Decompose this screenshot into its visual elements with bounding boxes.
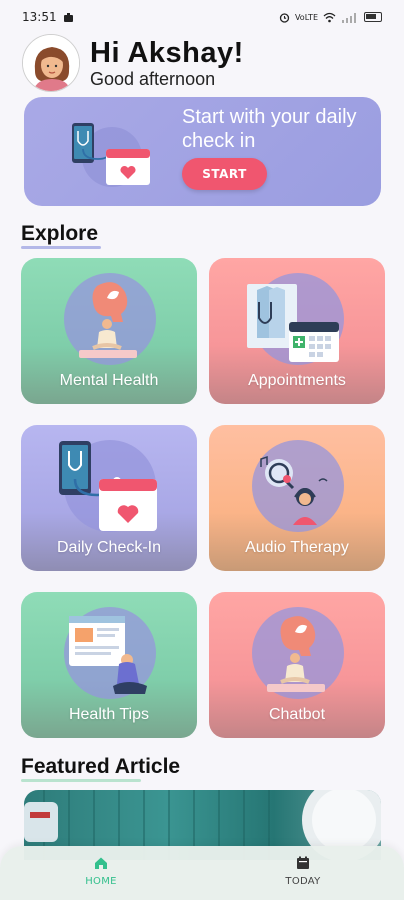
- bottom-nav: HOME TODAY: [0, 846, 404, 900]
- daily-checkin-banner[interactable]: Start with your daily check in START: [24, 97, 381, 206]
- card-label: Daily Check-In: [56, 539, 162, 556]
- card-label: Appointments: [248, 372, 346, 389]
- card-label: Audio Therapy: [245, 539, 349, 556]
- card-audio-therapy[interactable]: Audio Therapy: [209, 425, 385, 571]
- status-right: VoLTE: [279, 12, 382, 23]
- battery-icon: [364, 12, 382, 22]
- avatar-icon: [23, 35, 79, 91]
- header: Hi Akshay! Good afternoon: [22, 34, 382, 92]
- signal-icon: [342, 12, 356, 23]
- card-chatbot[interactable]: Chatbot: [209, 592, 385, 738]
- meditation-icon: [79, 282, 137, 358]
- today-icon: [297, 856, 309, 869]
- featured-underline: [21, 779, 141, 782]
- start-button[interactable]: START: [182, 158, 267, 190]
- status-time: 13:51: [22, 10, 57, 24]
- greeting-title: Hi Akshay!: [90, 37, 244, 69]
- network-label: VoLTE: [294, 12, 318, 22]
- audio-therapy-icon: [260, 455, 328, 525]
- explore-underline: [21, 246, 101, 249]
- checkin-icon: [59, 441, 157, 531]
- avatar[interactable]: [22, 34, 80, 92]
- alarm-icon: [279, 12, 290, 23]
- nav-today-label: TODAY: [285, 876, 321, 887]
- nav-home-label: HOME: [85, 876, 117, 887]
- featured-title: Featured Article: [21, 755, 181, 778]
- checkin-illustration: [72, 123, 150, 187]
- card-label: Mental Health: [59, 372, 159, 389]
- status-bar: 13:51 VoLTE: [0, 0, 404, 34]
- chatbot-icon: [267, 616, 325, 692]
- card-daily-checkin[interactable]: Daily Check-In: [21, 425, 197, 571]
- card-appointments[interactable]: Appointments: [209, 258, 385, 404]
- explore-title: Explore: [21, 222, 99, 245]
- banner-text: Start with your daily check in: [182, 106, 357, 152]
- nav-today[interactable]: TODAY: [258, 856, 348, 887]
- nav-home[interactable]: HOME: [56, 856, 146, 887]
- greeting-block: Hi Akshay! Good afternoon: [90, 37, 244, 89]
- wifi-icon: [323, 12, 336, 22]
- status-left: 13:51: [22, 10, 74, 24]
- card-mental-health[interactable]: Mental Health: [21, 258, 197, 404]
- home-icon: [95, 857, 107, 869]
- notification-icon: [63, 12, 73, 22]
- appointment-icon: [247, 284, 339, 362]
- card-health-tips[interactable]: Health Tips: [21, 592, 197, 738]
- card-label: Health Tips: [68, 706, 150, 723]
- greeting-subtitle: Good afternoon: [90, 69, 216, 89]
- health-tips-icon: [69, 616, 147, 694]
- card-label: Chatbot: [268, 706, 326, 723]
